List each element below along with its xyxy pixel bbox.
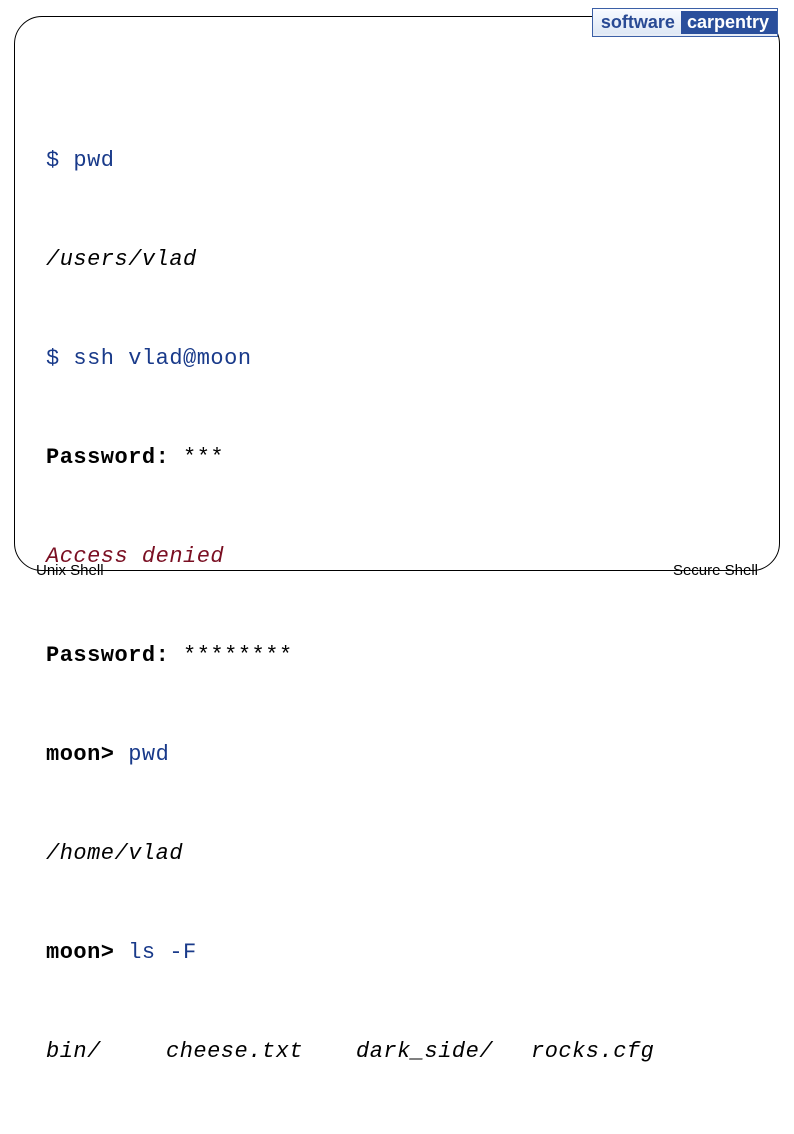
password-label: Password: bbox=[46, 643, 169, 668]
logo-left: software bbox=[593, 11, 681, 34]
ls-entry-rocks: rocks.cfg bbox=[531, 1035, 681, 1068]
command: ls -F bbox=[128, 940, 197, 965]
password-label: Password: bbox=[46, 445, 169, 470]
terminal-output: $ pwd /users/vlad $ ssh vlad@moon Passwo… bbox=[46, 78, 748, 1134]
line-10-ls-output: bin/cheese.txtdark_side/rocks.cfg bbox=[46, 1035, 748, 1068]
software-carpentry-logo: software carpentry bbox=[592, 8, 778, 37]
prompt-moon: moon> bbox=[46, 940, 115, 965]
command: pwd bbox=[73, 148, 114, 173]
command: ssh vlad@moon bbox=[73, 346, 251, 371]
command: pwd bbox=[128, 742, 169, 767]
ls-entry-cheese: cheese.txt bbox=[166, 1035, 356, 1068]
line-7: moon> pwd bbox=[46, 738, 748, 771]
line-1: $ pwd bbox=[46, 144, 748, 177]
line-9: moon> ls -F bbox=[46, 936, 748, 969]
line-3: $ ssh vlad@moon bbox=[46, 342, 748, 375]
line-6-password: Password: ******** bbox=[46, 639, 748, 672]
password-masked: ******** bbox=[183, 643, 293, 668]
prompt-dollar: $ bbox=[46, 346, 60, 371]
footer-right: Secure Shell bbox=[673, 562, 758, 579]
footer: Unix Shell Secure Shell bbox=[36, 562, 758, 579]
footer-left: Unix Shell bbox=[36, 562, 104, 579]
prompt-dollar: $ bbox=[46, 148, 60, 173]
ls-entry-bin: bin/ bbox=[46, 1035, 166, 1068]
line-8-output: /home/vlad bbox=[46, 837, 748, 870]
slide: software carpentry $ pwd /users/vlad $ s… bbox=[0, 0, 794, 595]
prompt-moon: moon> bbox=[46, 742, 115, 767]
password-masked: *** bbox=[183, 445, 224, 470]
logo-right: carpentry bbox=[681, 11, 777, 34]
line-4-password: Password: *** bbox=[46, 441, 748, 474]
ls-entry-darkside: dark_side/ bbox=[356, 1035, 531, 1068]
line-2-output: /users/vlad bbox=[46, 243, 748, 276]
